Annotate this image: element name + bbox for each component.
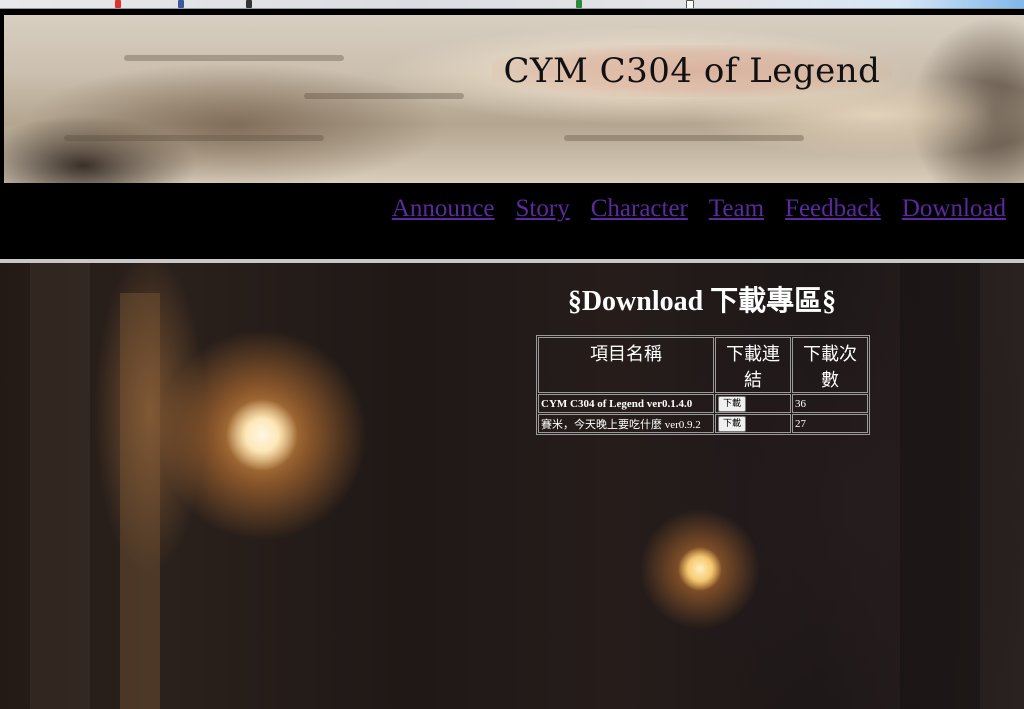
column-header-link: 下載連結 — [715, 337, 791, 393]
bookmark-icon[interactable] — [576, 0, 582, 8]
download-button[interactable]: 下載 — [718, 395, 747, 412]
download-button[interactable]: 下載 — [718, 415, 747, 432]
nav-link-team[interactable]: Team — [709, 195, 764, 223]
download-table: 項目名稱 下載連結 下載次數 CYM C304 of Legend ver0.1… — [536, 335, 870, 435]
page-heading: §Download 下載專區§ — [567, 286, 837, 317]
nav-link-character[interactable]: Character — [591, 195, 688, 223]
site-banner: CYM C304 of Legend — [4, 15, 1024, 183]
column-header-count: 下載次數 — [792, 337, 868, 393]
download-count: 27 — [792, 414, 868, 433]
bookmark-icon[interactable] — [686, 0, 694, 8]
table-row: CYM C304 of Legend ver0.1.4.0 下載 36 — [538, 394, 868, 413]
nav-link-story[interactable]: Story — [516, 195, 570, 223]
browser-bookmarks-bar — [0, 0, 1024, 9]
nav-link-announce[interactable]: Announce — [392, 195, 495, 223]
site-title: CYM C304 of Legend — [492, 45, 892, 97]
item-name: 賽米，今天晚上要吃什麼 ver0.9.2 — [538, 414, 714, 433]
table-row: 賽米，今天晚上要吃什麼 ver0.9.2 下載 27 — [538, 414, 868, 433]
link-cell: 下載 — [715, 414, 791, 433]
bookmark-icon[interactable] — [115, 0, 121, 8]
bookmark-icon[interactable] — [246, 0, 252, 8]
column-header-name: 項目名稱 — [538, 337, 714, 393]
link-cell: 下載 — [715, 394, 791, 413]
bookmark-icon[interactable] — [178, 0, 184, 8]
nav-link-feedback[interactable]: Feedback — [785, 195, 881, 223]
main-nav: Announce Story Character Team Feedback D… — [0, 183, 1024, 259]
page: CYM C304 of Legend Announce Story Charac… — [0, 9, 1024, 709]
download-count: 36 — [792, 394, 868, 413]
nav-link-download[interactable]: Download — [902, 195, 1006, 223]
download-section: §Download 下載專區§ 項目名稱 下載連結 下載次數 CYM C304 … — [0, 263, 1024, 709]
item-name: CYM C304 of Legend ver0.1.4.0 — [538, 394, 714, 413]
